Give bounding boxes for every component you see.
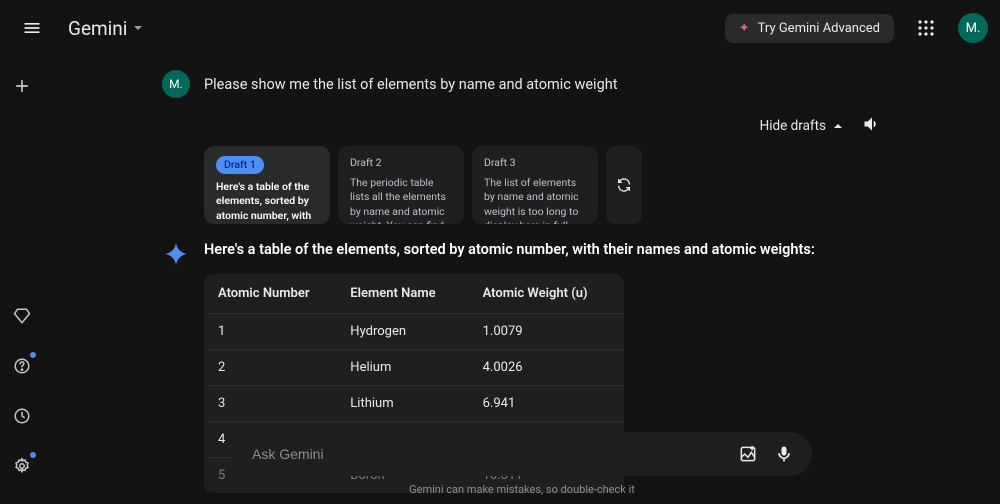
volume-icon [862, 114, 882, 134]
draft-card-1[interactable]: Draft 1 Here's a table of the elements, … [204, 146, 330, 224]
draft-preview: Here's a table of the elements, sorted b… [216, 180, 318, 224]
notification-dot [30, 352, 36, 358]
draft-preview: The list of elements by name and atomic … [484, 176, 586, 224]
td-atomic-weight: 1.0079 [483, 324, 610, 339]
gemini-avatar [162, 240, 190, 268]
image-icon [738, 444, 758, 464]
draft-label: Draft 3 [484, 156, 516, 170]
read-aloud-button[interactable] [862, 114, 882, 138]
td-atomic-number: 3 [218, 396, 350, 411]
menu-icon [22, 18, 42, 38]
hide-drafts-toggle[interactable]: Hide drafts [760, 118, 844, 134]
sidebar [0, 56, 44, 504]
disclaimer-text: Gemini can make mistakes, so double-chec… [44, 483, 1000, 496]
draft-label: Draft 2 [350, 156, 382, 170]
gear-icon [13, 457, 31, 475]
th-atomic-weight: Atomic Weight (u) [483, 286, 610, 301]
help-icon [13, 357, 31, 375]
mic-icon [774, 444, 794, 464]
td-atomic-weight: 6.941 [483, 396, 610, 411]
gemini-spark-icon [164, 242, 188, 266]
td-element-name: Helium [350, 360, 482, 375]
gem-button[interactable] [4, 298, 40, 334]
draft-card-3[interactable]: Draft 3 The list of elements by name and… [472, 146, 598, 224]
header-left: Gemini [12, 8, 143, 48]
apps-button[interactable] [906, 8, 946, 48]
mic-button[interactable] [766, 436, 802, 472]
table-row: 1 Hydrogen 1.0079 [204, 313, 624, 349]
draft-cards: Draft 1 Here's a table of the elements, … [204, 146, 882, 224]
user-avatar-initial: M. [169, 77, 183, 91]
app-title-dropdown[interactable]: Gemini [68, 17, 143, 40]
drafts-toolbar: Hide drafts [162, 108, 882, 146]
user-message-text: Please show me the list of elements by n… [204, 76, 617, 93]
caret-down-icon [133, 23, 143, 33]
user-message-avatar: M. [162, 70, 190, 98]
th-atomic-number: Atomic Number [218, 286, 350, 301]
table-row: 3 Lithium 6.941 [204, 385, 624, 421]
user-avatar[interactable]: M. [958, 13, 988, 43]
help-button[interactable] [4, 348, 40, 384]
app-title-text: Gemini [68, 17, 127, 40]
header: Gemini ✦ Try Gemini Advanced M. [0, 0, 1000, 56]
draft-card-2[interactable]: Draft 2 The periodic table lists all the… [338, 146, 464, 224]
draft-label: Draft 1 [216, 156, 264, 174]
input-bar [232, 432, 812, 476]
td-element-name: Hydrogen [350, 324, 482, 339]
td-atomic-weight: 4.0026 [483, 360, 610, 375]
sidebar-bottom [4, 298, 40, 504]
user-message-row: M. Please show me the list of elements b… [162, 56, 882, 108]
prompt-input[interactable] [252, 446, 730, 462]
table-header-row: Atomic Number Element Name Atomic Weight… [204, 274, 624, 313]
sparkle-icon: ✦ [739, 21, 750, 36]
try-advanced-button[interactable]: ✦ Try Gemini Advanced [725, 14, 894, 43]
settings-button[interactable] [4, 448, 40, 484]
new-chat-button[interactable] [4, 68, 40, 104]
notification-dot [30, 452, 36, 458]
draft-preview: The periodic table lists all the element… [350, 176, 452, 224]
regenerate-button[interactable] [606, 146, 642, 224]
avatar-initial: M. [966, 21, 981, 36]
header-right: ✦ Try Gemini Advanced M. [725, 8, 988, 48]
history-button[interactable] [4, 398, 40, 434]
hide-drafts-label: Hide drafts [760, 118, 826, 134]
plus-icon [12, 76, 32, 96]
upload-image-button[interactable] [730, 436, 766, 472]
td-atomic-number: 2 [218, 360, 350, 375]
chevron-up-icon [832, 120, 844, 132]
conversation: M. Please show me the list of elements b… [152, 56, 892, 493]
td-element-name: Lithium [350, 396, 482, 411]
th-element-name: Element Name [350, 286, 482, 301]
try-advanced-label: Try Gemini Advanced [758, 21, 880, 36]
apps-grid-icon [917, 19, 935, 37]
history-icon [13, 407, 31, 425]
td-atomic-number: 1 [218, 324, 350, 339]
refresh-icon [616, 177, 632, 193]
response-heading: Here's a table of the elements, sorted b… [204, 240, 882, 260]
table-row: 2 Helium 4.0026 [204, 349, 624, 385]
diamond-icon [13, 307, 31, 325]
sidebar-top [4, 68, 40, 104]
menu-button[interactable] [12, 8, 52, 48]
